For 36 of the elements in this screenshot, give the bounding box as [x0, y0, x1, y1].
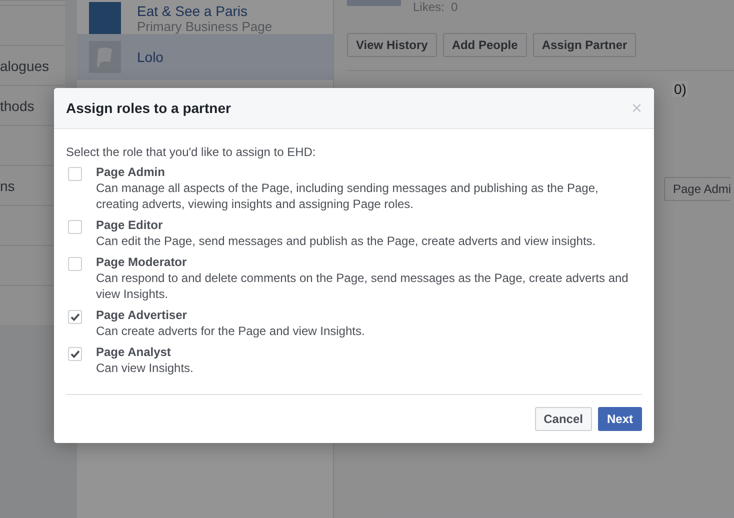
page-action-button[interactable]: View History [347, 33, 437, 57]
checkbox[interactable] [68, 257, 82, 271]
role-description: Can manage all aspects of the Page, including sending messages and publishing as the Page, creating adverts, viewing insights and assigning Page roles. [96, 180, 600, 212]
menu-item[interactable]: thods [0, 98, 34, 114]
role-name: Page Admin [96, 164, 166, 180]
role-name: Page Moderator [96, 254, 188, 270]
page-name: Eat & See a Paris [137, 3, 249, 19]
role-button[interactable]: Page Admi [664, 177, 732, 201]
page-name: Lolo [137, 49, 164, 65]
menu-item[interactable]: alogues [0, 58, 50, 74]
flag-icon [89, 41, 121, 73]
dialog-title: Assign roles to a partner [66, 100, 231, 116]
page-list-item[interactable]: Lolo [77, 34, 333, 80]
role-name: Page Advertiser [96, 307, 188, 323]
page-action-button[interactable]: Add People [442, 33, 527, 57]
prompt-text: Select the role that you'd like to assign to EHD: [66, 145, 317, 159]
role-name: Page Editor [96, 217, 164, 233]
role-description: Can view Insights. [96, 360, 194, 376]
menu-item[interactable]: ns [0, 178, 15, 194]
role-description: Can edit the Page, send messages and publish as the Page, create adverts and view insights. [96, 233, 596, 249]
role-name: Page Analyst [96, 344, 172, 360]
role-description: Can respond to and delete comments on the Page, send messages as the Page, create adverts and view Insights. [96, 270, 630, 302]
checkbox[interactable] [68, 347, 82, 361]
photo-placeholder [89, 2, 121, 34]
cancel-button[interactable]: Cancel [534, 407, 592, 431]
page-subtitle: Primary Business Page [137, 19, 272, 34]
photo-placeholder [347, 0, 401, 6]
page-action-button[interactable]: Assign Partner [532, 33, 636, 57]
checkbox[interactable] [68, 220, 82, 234]
checkbox[interactable] [68, 310, 82, 324]
role-description: Can create adverts for the Page and view Insights. [96, 323, 365, 339]
page-list-item[interactable]: Eat & See a Paris Primary Business Page [77, 0, 333, 34]
likes-count: Likes: 0 [413, 0, 458, 14]
next-button[interactable]: Next [598, 407, 642, 431]
tab[interactable]: 0) [672, 81, 688, 97]
checkbox[interactable] [68, 167, 82, 181]
